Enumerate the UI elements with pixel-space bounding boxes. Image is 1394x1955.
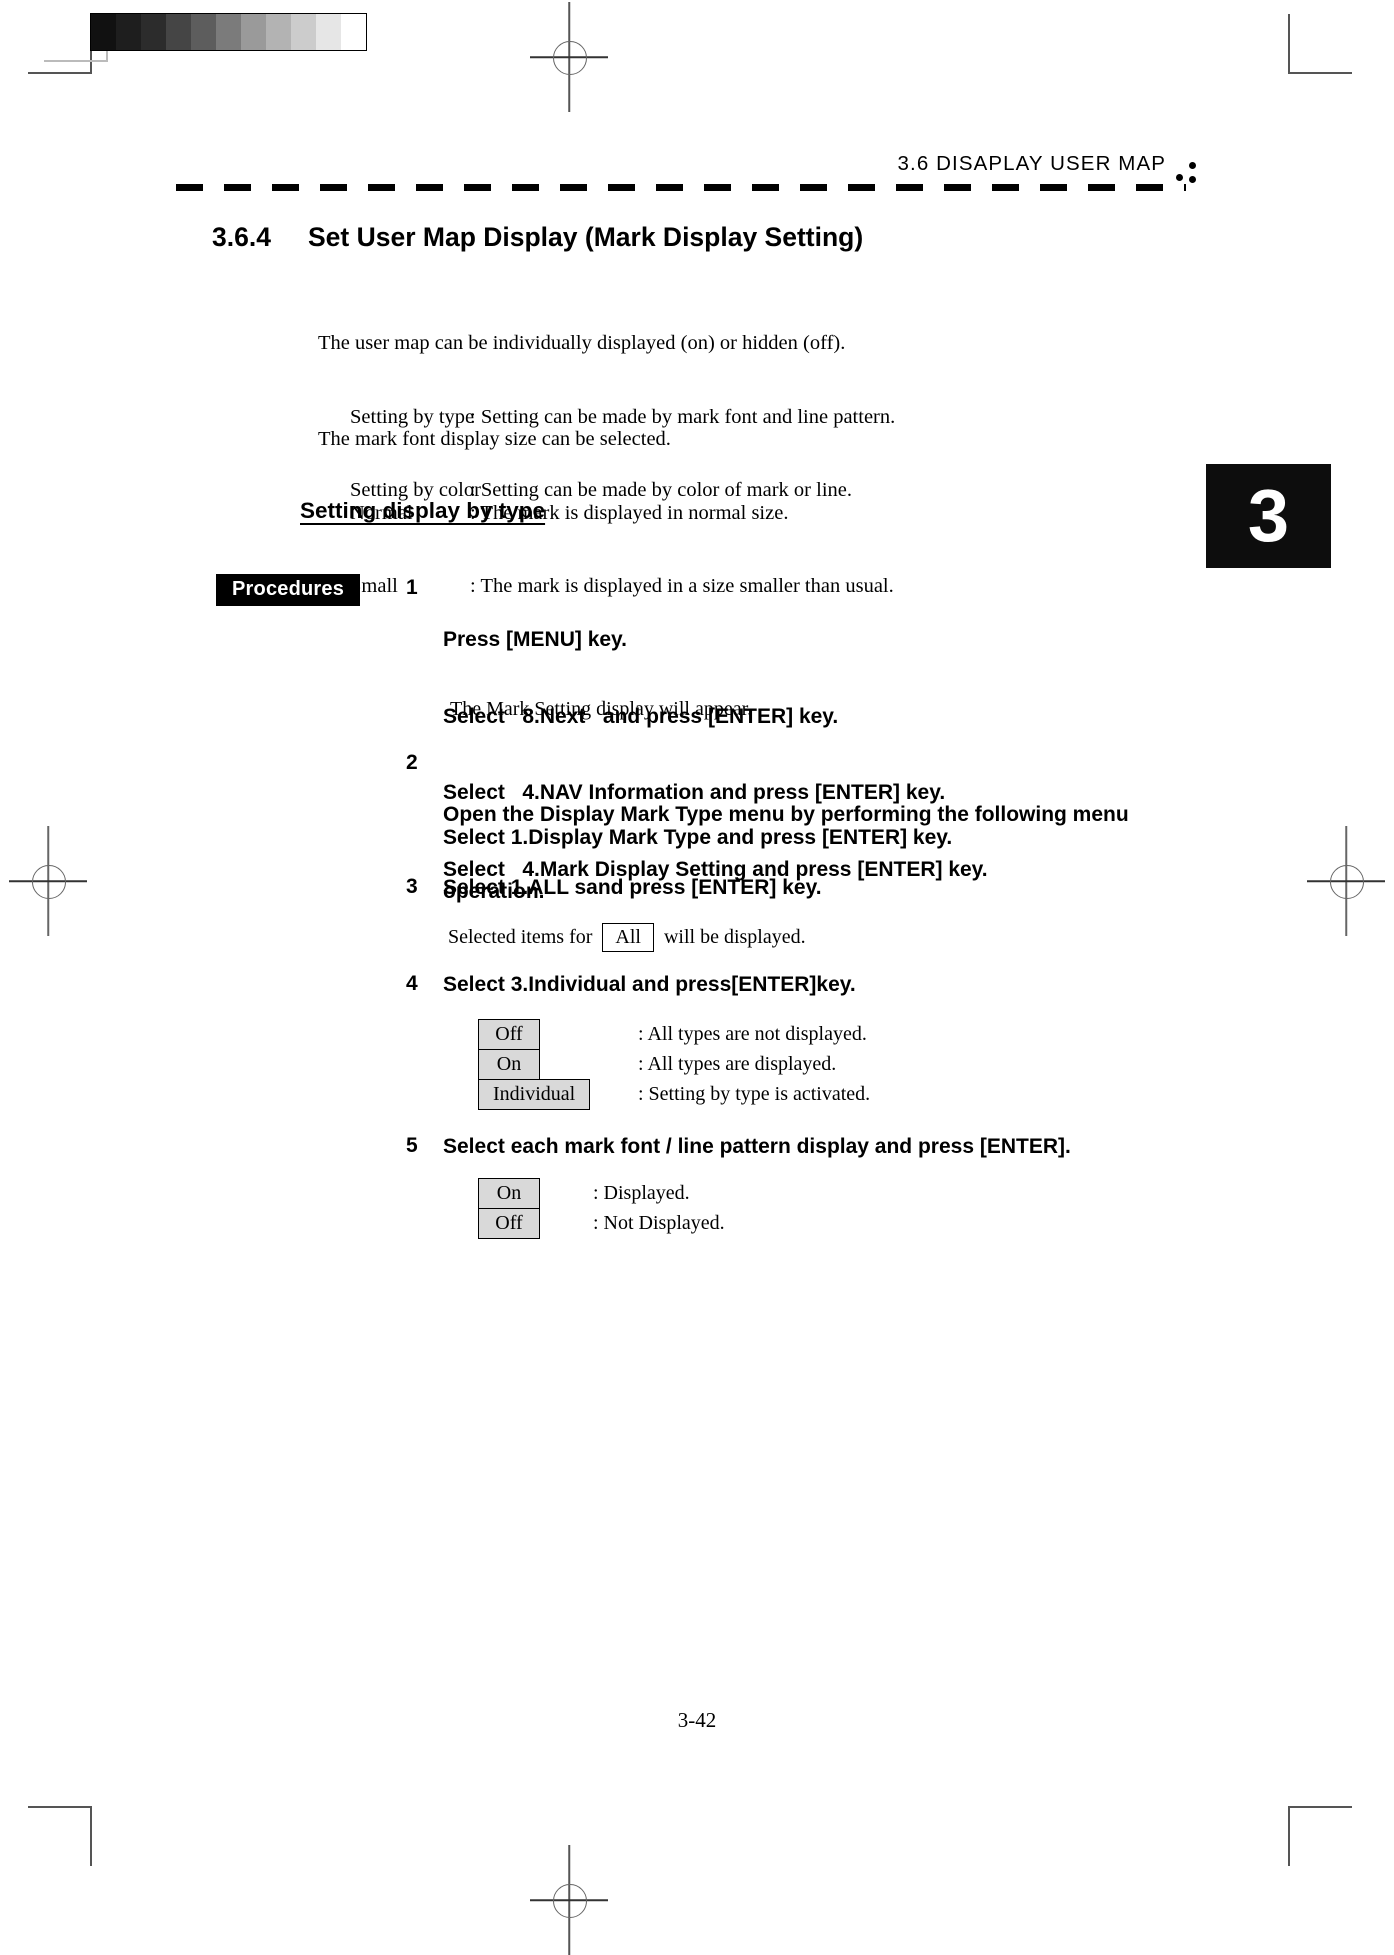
step-number-3: 3 — [406, 875, 418, 898]
step-1-line-1: Press [MENU] key. — [443, 628, 628, 651]
option-desc-individual: : Setting by type is activated. — [638, 1083, 871, 1105]
option-row-on-displayed: On : Displayed. — [478, 1178, 690, 1209]
subsection-heading: Setting display by type — [300, 498, 546, 523]
step-number-4: 4 — [406, 972, 418, 995]
option-desc-on-all: : All types are displayed. — [638, 1053, 837, 1075]
page-title: 3.6.4 Set User Map Display (Mark Display … — [212, 222, 863, 253]
tag-off[interactable]: Off — [478, 1019, 540, 1050]
option-desc-displayed: : Displayed. — [593, 1182, 690, 1204]
step-number-1: 1 — [406, 576, 418, 599]
option-desc-off-all: : All types are not displayed. — [638, 1023, 867, 1045]
step-3-note: Selected items for All will be displayed… — [448, 923, 806, 952]
tag-individual[interactable]: Individual — [478, 1079, 591, 1110]
step-number-2: 2 — [406, 751, 418, 774]
step-3-note-before: Selected items for — [448, 926, 593, 948]
tag-on[interactable]: On — [478, 1049, 540, 1080]
option-desc-not-displayed: : Not Displayed. — [593, 1212, 725, 1234]
step-text-3: Select 1.ALL sand press [ENTER] key. — [443, 876, 822, 899]
section-number: 3.6.4 — [212, 222, 271, 252]
header-dashed-rule — [176, 184, 1186, 191]
header-dot-ornament-icon — [1176, 158, 1206, 188]
option-row-on-all: On : All types are displayed. — [478, 1049, 836, 1080]
step-text-4: Select 3.Individual and press[ENTER]key. — [443, 973, 856, 996]
step-text-5: Select each mark font / line pattern dis… — [443, 1135, 1071, 1158]
tag-all[interactable]: All — [602, 923, 654, 952]
procedures-badge: Procedures — [216, 574, 361, 606]
manual-page: 3.6 DISAPLAY USER MAP 3 3.6.4 Set User Ma… — [0, 0, 1394, 1908]
step-3-note-after: will be displayed. — [663, 926, 806, 948]
step-1-note: The Mark Setting display will appear. — [450, 698, 753, 720]
intro-lead-2: The mark font display size can be select… — [318, 428, 671, 450]
intro-lead-1: The user map can be individually display… — [318, 332, 846, 354]
step-2-sub-instruction: Select 1.Display Mark Type and press [EN… — [443, 826, 953, 849]
section-title-text: Set User Map Display (Mark Display Setti… — [308, 222, 864, 252]
tag-on-displayed[interactable]: On — [478, 1178, 540, 1209]
page-header: 3.6 DISAPLAY USER MAP — [176, 152, 1226, 192]
chapter-tab: 3 — [1206, 464, 1331, 568]
option-row-off-all: Off : All types are not displayed. — [478, 1019, 867, 1050]
tag-off-not-displayed[interactable]: Off — [478, 1208, 540, 1239]
running-header-title: 3.6 DISAPLAY USER MAP — [897, 152, 1166, 175]
option-row-off-not-displayed: Off : Not Displayed. — [478, 1208, 725, 1239]
step-2-line-1: Open the Display Mark Type menu by perfo… — [443, 803, 1129, 826]
step-number-5: 5 — [406, 1134, 418, 1157]
option-row-individual: Individual : Setting by type is activate… — [478, 1079, 870, 1110]
page-number: 3-42 — [677, 1708, 717, 1732]
